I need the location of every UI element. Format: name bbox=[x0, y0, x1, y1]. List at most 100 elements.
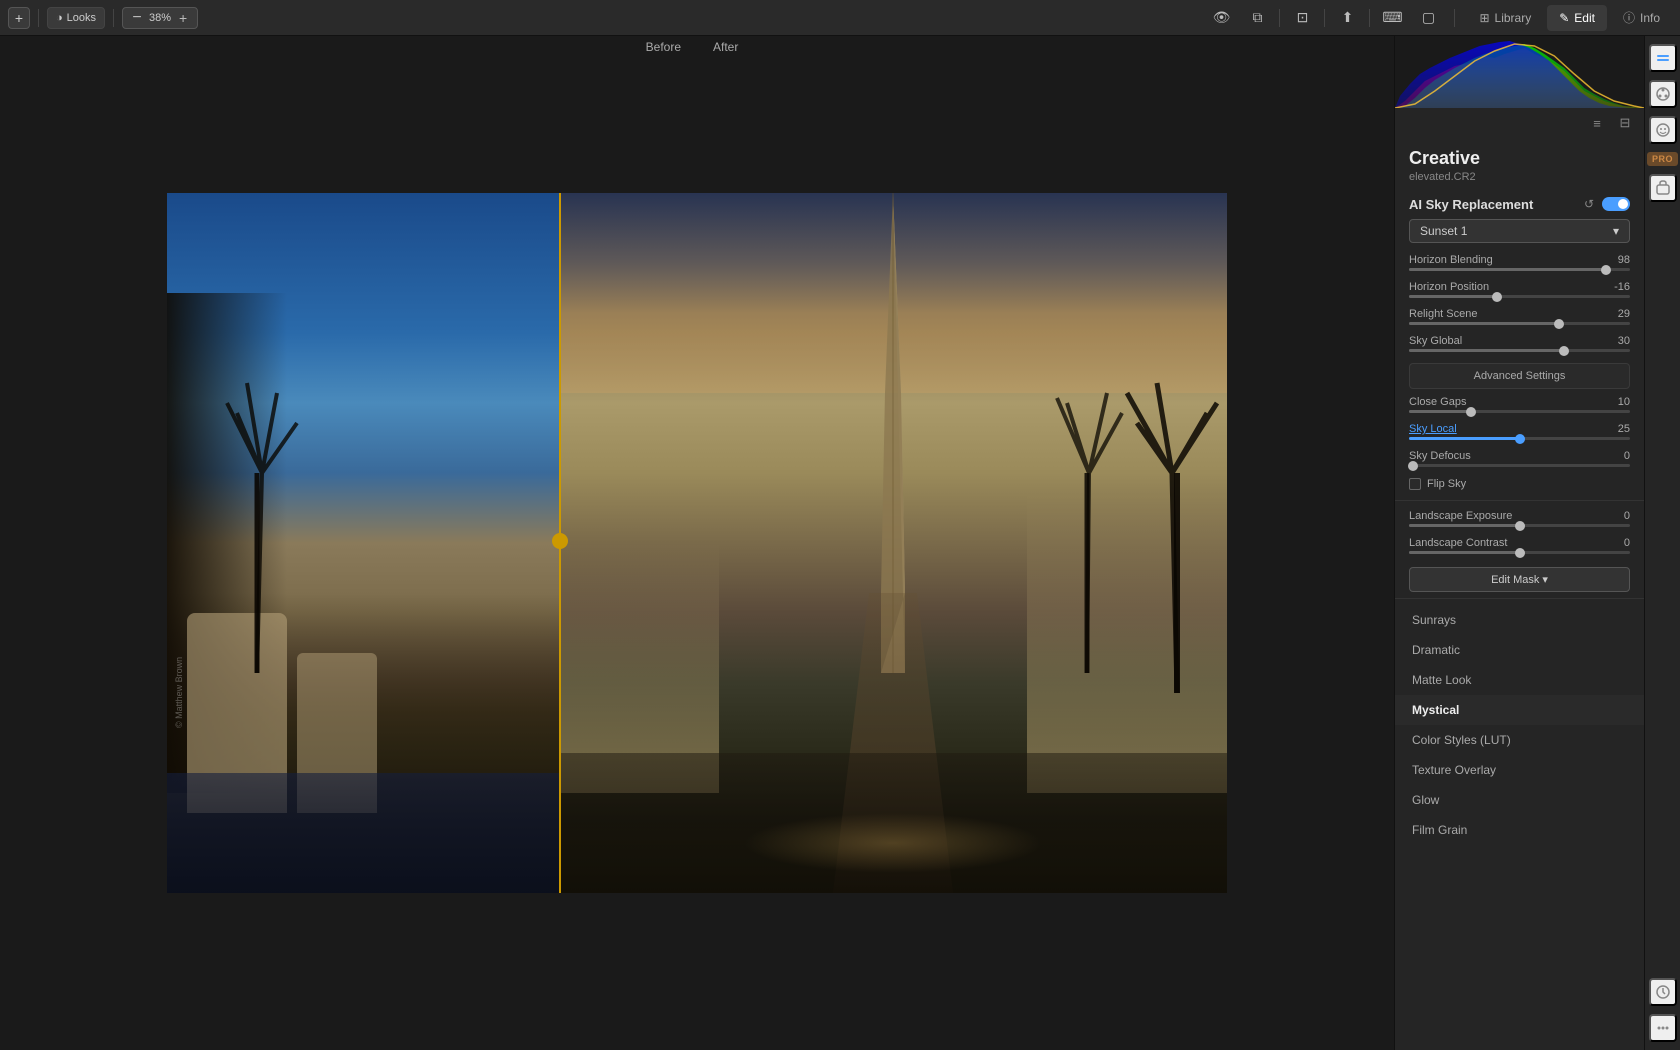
horizon-blending-track[interactable] bbox=[1409, 268, 1630, 271]
creative-item-matte-look[interactable]: Matte Look bbox=[1395, 665, 1644, 695]
keyboard-button[interactable]: ⌨ bbox=[1378, 7, 1406, 29]
edit-icon: ✎ bbox=[1559, 11, 1569, 25]
creative-item-glow[interactable]: Glow bbox=[1395, 785, 1644, 815]
tab-edit[interactable]: ✎ Edit bbox=[1547, 5, 1607, 31]
sky-local-track[interactable] bbox=[1409, 437, 1630, 440]
layers-strip-icon[interactable] bbox=[1649, 44, 1677, 72]
sliders-icon-btn[interactable]: ⊟ bbox=[1614, 112, 1636, 134]
creative-item-color-styles[interactable]: Color Styles (LUT) bbox=[1395, 725, 1644, 755]
sky-defocus-row: Sky Defocus 0 bbox=[1395, 447, 1644, 474]
info-icon: ⓘ bbox=[1623, 9, 1635, 26]
creative-title: Creative bbox=[1409, 148, 1630, 169]
creative-items-list: Sunrays Dramatic Matte Look Mystical Col… bbox=[1395, 605, 1644, 845]
topbar: + ◑ Looks − 38% + 👁 ⧉ ⊡ ⬆ ⌨ ▢ ⊞ Library … bbox=[0, 0, 1680, 36]
main-sliders: Horizon Blending 98 Horizon Position -16 bbox=[1395, 251, 1644, 359]
smiley-strip-icon[interactable] bbox=[1649, 116, 1677, 144]
sky-replacement-toggle[interactable] bbox=[1602, 197, 1630, 211]
close-gaps-track[interactable] bbox=[1409, 410, 1630, 413]
flip-sky-row: Flip Sky bbox=[1395, 474, 1644, 494]
right-icon-strip: PRO bbox=[1644, 36, 1680, 1050]
close-gaps-value: 10 bbox=[1618, 396, 1630, 408]
export-button[interactable]: ⬆ bbox=[1333, 7, 1361, 29]
creative-item-sunrays[interactable]: Sunrays bbox=[1395, 605, 1644, 635]
creative-item-dramatic[interactable]: Dramatic bbox=[1395, 635, 1644, 665]
view-tabs: ⊞ Library ✎ Edit ⓘ Info bbox=[1467, 5, 1672, 31]
horizon-position-label: Horizon Position bbox=[1409, 281, 1489, 293]
pro-badge: PRO bbox=[1647, 152, 1678, 166]
tab-library[interactable]: ⊞ Library bbox=[1467, 5, 1543, 31]
sky-local-row: Sky Local 25 bbox=[1395, 420, 1644, 447]
close-gaps-row: Close Gaps 10 bbox=[1395, 393, 1644, 420]
add-button[interactable]: + bbox=[8, 7, 30, 29]
layers-icon-btn[interactable]: ≡ bbox=[1586, 112, 1608, 134]
eye-button[interactable]: 👁 bbox=[1207, 7, 1235, 29]
section-icons: ↺ bbox=[1582, 195, 1630, 213]
sky-defocus-track[interactable] bbox=[1409, 464, 1630, 467]
sky-replacement-title: AI Sky Replacement bbox=[1409, 197, 1533, 212]
relight-scene-track[interactable] bbox=[1409, 322, 1630, 325]
creative-item-film-grain[interactable]: Film Grain bbox=[1395, 815, 1644, 845]
sky-global-row: Sky Global 30 bbox=[1395, 332, 1644, 359]
library-icon: ⊞ bbox=[1479, 11, 1489, 25]
sky-local-value: 25 bbox=[1618, 423, 1630, 435]
split-handle[interactable] bbox=[552, 533, 568, 549]
sky-defocus-label: Sky Defocus bbox=[1409, 450, 1471, 462]
palm-right2-svg bbox=[1027, 293, 1147, 673]
bag-strip-icon[interactable] bbox=[1649, 174, 1677, 202]
compare-button[interactable]: ⧉ bbox=[1243, 7, 1271, 29]
landscape-exposure-value: 0 bbox=[1624, 510, 1630, 522]
palette-strip-icon[interactable] bbox=[1649, 80, 1677, 108]
reset-icon[interactable]: ↺ bbox=[1582, 195, 1596, 213]
histogram bbox=[1395, 36, 1644, 108]
creative-header: Creative elevated.CR2 bbox=[1395, 138, 1644, 187]
looks-button[interactable]: ◑ Looks bbox=[47, 7, 105, 29]
sky-dropdown[interactable]: Sunset 1 ▾ bbox=[1409, 219, 1630, 243]
landscape-exposure-row: Landscape Exposure 0 bbox=[1395, 507, 1644, 534]
zoom-control: − 38% + bbox=[122, 7, 198, 29]
creative-item-texture-overlay[interactable]: Texture Overlay bbox=[1395, 755, 1644, 785]
watermark: © Matthew Brown bbox=[174, 657, 184, 728]
crop-button[interactable]: ⊡ bbox=[1288, 7, 1316, 29]
flip-sky-checkbox[interactable] bbox=[1409, 478, 1421, 490]
histogram-svg bbox=[1395, 36, 1644, 108]
flip-sky-label: Flip Sky bbox=[1427, 478, 1466, 490]
sky-global-track[interactable] bbox=[1409, 349, 1630, 352]
main-area: Before After bbox=[0, 36, 1680, 1050]
panel-icons-row: ≡ ⊟ bbox=[1395, 108, 1644, 138]
looks-icon: ◑ bbox=[56, 12, 63, 24]
close-gaps-label: Close Gaps bbox=[1409, 396, 1466, 408]
sky-local-label: Sky Local bbox=[1409, 423, 1457, 435]
palm-left-svg bbox=[177, 273, 337, 673]
advanced-settings-button[interactable]: Advanced Settings bbox=[1409, 363, 1630, 389]
relight-scene-row: Relight Scene 29 bbox=[1395, 305, 1644, 332]
edit-mask-button[interactable]: Edit Mask ▾ bbox=[1409, 567, 1630, 592]
advanced-sliders: Close Gaps 10 Sky Local 25 bbox=[1395, 393, 1644, 561]
more-strip-icon[interactable] bbox=[1649, 1014, 1677, 1042]
zoom-in-button[interactable]: + bbox=[175, 7, 191, 29]
horizon-position-value: -16 bbox=[1614, 281, 1630, 293]
panel-content: Creative elevated.CR2 AI Sky Replacement… bbox=[1395, 138, 1644, 1050]
creative-filename: elevated.CR2 bbox=[1409, 171, 1630, 183]
history-strip-icon[interactable] bbox=[1649, 978, 1677, 1006]
landscape-contrast-label: Landscape Contrast bbox=[1409, 537, 1507, 549]
creative-item-mystical[interactable]: Mystical bbox=[1395, 695, 1644, 725]
after-half bbox=[559, 193, 1227, 893]
relight-scene-label: Relight Scene bbox=[1409, 308, 1478, 320]
sky-global-value: 30 bbox=[1618, 335, 1630, 347]
horizon-blending-value: 98 bbox=[1618, 254, 1630, 266]
sky-defocus-value: 0 bbox=[1624, 450, 1630, 462]
image-container[interactable]: © Matthew Brown bbox=[0, 36, 1394, 1050]
chevron-down-icon: ▾ bbox=[1613, 224, 1619, 238]
landscape-exposure-track[interactable] bbox=[1409, 524, 1630, 527]
horizon-blending-row: Horizon Blending 98 bbox=[1395, 251, 1644, 278]
landscape-contrast-value: 0 bbox=[1624, 537, 1630, 549]
window-button[interactable]: ▢ bbox=[1414, 7, 1442, 29]
tab-info[interactable]: ⓘ Info bbox=[1611, 5, 1672, 31]
image-area: Before After bbox=[0, 36, 1394, 1050]
side-panel: ≡ ⊟ Creative elevated.CR2 AI Sky Replace… bbox=[1394, 36, 1644, 1050]
sky-replacement-header: AI Sky Replacement ↺ bbox=[1395, 187, 1644, 219]
horizon-blending-label: Horizon Blending bbox=[1409, 254, 1493, 266]
landscape-contrast-track[interactable] bbox=[1409, 551, 1630, 554]
zoom-out-button[interactable]: − bbox=[129, 7, 145, 29]
horizon-position-track[interactable] bbox=[1409, 295, 1630, 298]
